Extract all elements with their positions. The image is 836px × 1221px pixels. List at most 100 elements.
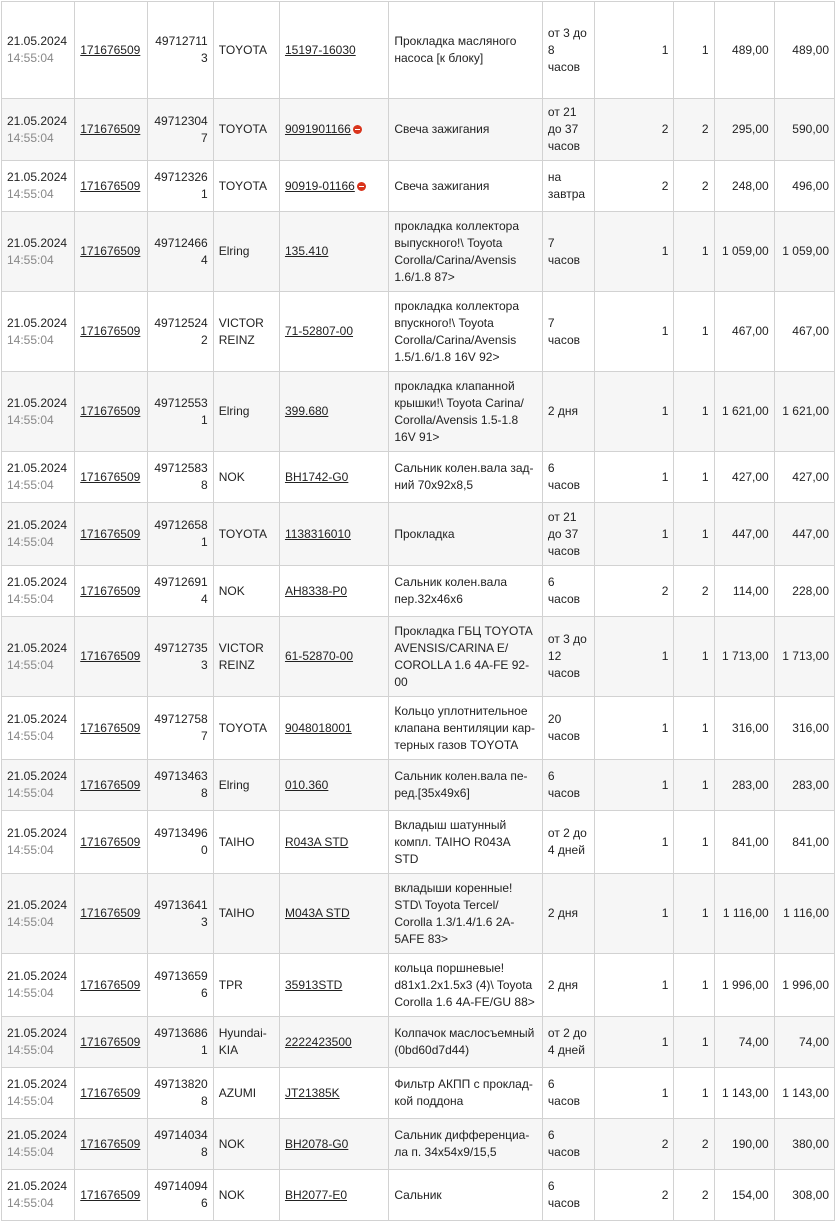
order-number-link[interactable]: 171676509: [80, 122, 140, 136]
line-total: 590,00: [792, 122, 829, 136]
article-link[interactable]: 399.680: [285, 404, 328, 418]
quantity-confirmed: 2: [701, 178, 709, 193]
article-link-cell: 399.680: [278, 371, 390, 452]
position-id-cell: 497136413: [146, 873, 214, 954]
delivery-term-cell: 6 часов: [541, 1118, 596, 1170]
quantity-ordered-cell: 2: [594, 1118, 675, 1170]
order-date-cell: 21.05.2024 14:55:04: [0, 98, 76, 161]
order-number-link[interactable]: 171676509: [80, 324, 140, 338]
article-link[interactable]: 135.410: [285, 244, 328, 258]
article-link[interactable]: AH8338-P0: [285, 584, 347, 598]
article-link[interactable]: BH2078-G0: [285, 1137, 348, 1151]
position-id: 497125242: [154, 315, 208, 347]
brand: NOK: [218, 1187, 245, 1202]
delivery-term: 6 часов: [547, 1179, 581, 1210]
order-number-link[interactable]: 171676509: [80, 584, 140, 598]
order-number-link[interactable]: 171676509: [80, 835, 140, 849]
position-id: 497127353: [154, 640, 208, 672]
article-link[interactable]: 010.360: [285, 778, 328, 792]
order-number-link[interactable]: 171676509: [80, 721, 140, 735]
position-id: 497126581: [154, 518, 208, 549]
quantity-ordered: 1: [661, 720, 669, 735]
delivery-term-cell: 6 часов: [541, 1067, 596, 1119]
delivery-term-cell: 20 часов: [541, 696, 596, 760]
quantity-ordered: 2: [661, 122, 669, 136]
order-time: 14:55:04: [7, 843, 54, 857]
unit-price-cell: 283,00: [713, 759, 775, 811]
article-link[interactable]: 35913STD: [285, 978, 342, 992]
part-description: Свеча зажигания: [394, 178, 490, 193]
order-number-link[interactable]: 171676509: [80, 978, 140, 992]
unit-price: 74,00: [738, 1034, 769, 1049]
article-link-cell: R043A STD: [278, 810, 390, 874]
line-total: 496,00: [792, 178, 829, 193]
article-link[interactable]: M043A STD: [285, 906, 350, 920]
article-link[interactable]: 9091901166: [285, 122, 351, 136]
quantity-ordered: 1: [661, 834, 669, 849]
article-link[interactable]: 71-52807-00: [285, 324, 353, 338]
order-number-link[interactable]: 171676509: [80, 1086, 140, 1100]
delivery-term-cell: от 3 до 8 часов: [541, 1, 596, 99]
delivery-term: 20 часов: [547, 712, 581, 743]
article-link[interactable]: BH1742-G0: [285, 470, 348, 484]
line-total: 1 621,00: [782, 404, 829, 418]
part-description-cell: Сальник колен.вала пе­ред.[35x49x6]: [388, 759, 543, 811]
order-date: 21.05.2024: [7, 395, 68, 410]
line-total: 427,00: [792, 469, 829, 484]
order-number-link[interactable]: 171676509: [80, 527, 140, 541]
unit-price: 1 713,00: [722, 649, 769, 663]
delivery-term: от 3 до 12 часов: [547, 632, 587, 680]
quantity-confirmed-cell: 1: [673, 1, 715, 99]
order-number-link[interactable]: 171676509: [80, 470, 140, 484]
quantity-confirmed-cell: 1: [673, 291, 715, 372]
article-link[interactable]: 61-52870-00: [285, 649, 353, 663]
position-id-cell: 497134960: [146, 810, 214, 874]
quantity-ordered-cell: 1: [594, 502, 675, 566]
article-link[interactable]: 9048018001: [285, 721, 352, 735]
table-row: 21.05.2024 14:55:04 171676509 497134638 Elri…: [0, 759, 836, 811]
position-id: 497136861: [154, 1026, 208, 1057]
position-id-cell: 497123047: [146, 98, 214, 161]
quantity-confirmed-cell: 2: [673, 98, 715, 161]
brand: NOK: [218, 583, 245, 598]
article-link[interactable]: R043A STD: [285, 835, 348, 849]
position-id-cell: 497127587: [146, 696, 214, 760]
order-number-link[interactable]: 171676509: [80, 404, 140, 418]
quantity-confirmed-cell: 1: [673, 759, 715, 811]
quantity-ordered: 2: [661, 178, 669, 193]
quantity-ordered: 2: [661, 1187, 669, 1202]
article-link[interactable]: BH2077-E0: [285, 1188, 347, 1202]
unit-price: 489,00: [732, 42, 769, 57]
order-number-link[interactable]: 171676509: [80, 1137, 140, 1151]
delivery-term: 7 часов: [547, 315, 581, 347]
table-row: 21.05.2024 14:55:04 171676509 497124664 Elri…: [0, 211, 836, 292]
order-number-link[interactable]: 171676509: [80, 906, 140, 920]
position-id: 497134960: [154, 826, 208, 857]
article-link[interactable]: 90919-01166: [285, 179, 355, 193]
quantity-ordered-cell: 1: [594, 810, 675, 874]
article-link[interactable]: 1138316010: [285, 527, 351, 541]
order-number-link-cell: 171676509: [74, 565, 148, 617]
article-link[interactable]: 2222423500: [285, 1035, 352, 1049]
order-time: 14:55:04: [7, 1196, 54, 1210]
line-total: 1 059,00: [782, 244, 829, 258]
part-description-cell: прокладка коллектора впускного!\ Toyota …: [388, 291, 543, 372]
delivery-term-cell: 7 часов: [541, 291, 596, 372]
position-id-cell: 497138208: [146, 1067, 214, 1119]
order-date: 21.05.2024: [7, 170, 68, 184]
order-number-link[interactable]: 171676509: [80, 778, 140, 792]
order-number-link[interactable]: 171676509: [80, 1188, 140, 1202]
order-time: 14:55:04: [7, 986, 54, 1000]
order-number-link[interactable]: 171676509: [80, 43, 140, 57]
delivery-term-cell: 2 дня: [541, 371, 596, 452]
article-link[interactable]: JT21385K: [285, 1086, 340, 1100]
position-id-cell: 497123261: [146, 160, 214, 212]
order-number-link[interactable]: 171676509: [80, 1035, 140, 1049]
article-link[interactable]: 15197-16030: [285, 43, 356, 57]
quantity-ordered-cell: 1: [594, 759, 675, 811]
order-number-link[interactable]: 171676509: [80, 649, 140, 663]
part-description: прокладка клапанной крышки!\ Toyota Cari…: [394, 378, 524, 444]
brand: Elring: [218, 404, 250, 418]
order-number-link[interactable]: 171676509: [80, 179, 140, 193]
order-number-link[interactable]: 171676509: [80, 244, 140, 258]
